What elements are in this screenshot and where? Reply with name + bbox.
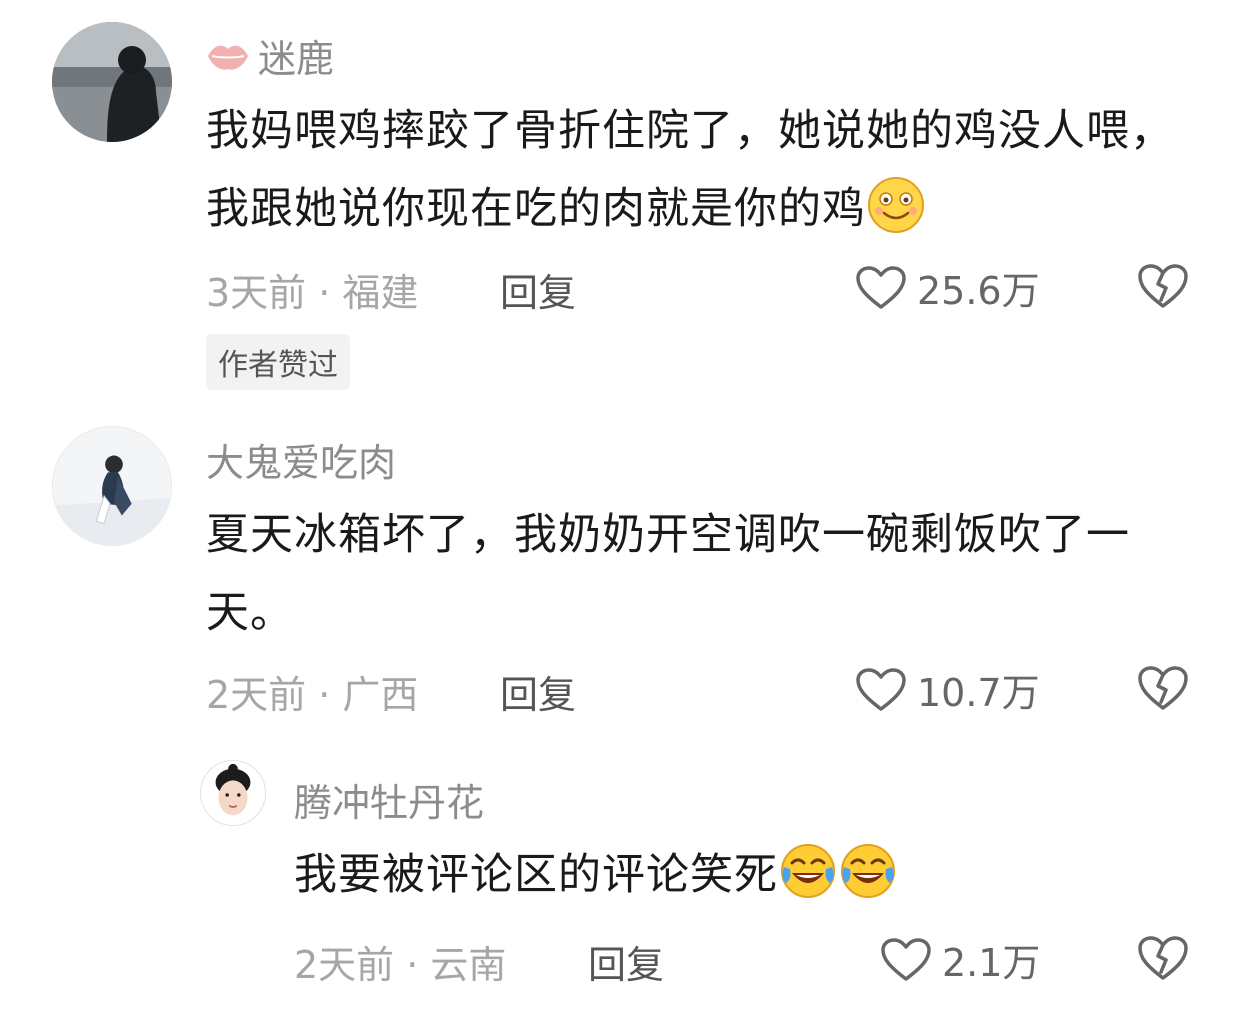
smile-emoji-icon [866, 175, 926, 235]
dislike-button[interactable] [1136, 262, 1190, 310]
dislike-button[interactable] [1136, 934, 1190, 982]
time-location: 3天前 · 福建 [206, 271, 419, 315]
heart-icon [855, 265, 907, 311]
broken-heart-icon [1138, 936, 1188, 980]
avatar[interactable] [200, 760, 266, 826]
comment-text: 我妈喂鸡摔跤了骨折住院了，她说她的鸡没人喂，我跟她说你现在吃的肉就是你的鸡 [206, 106, 1174, 235]
dislike-button[interactable] [1136, 664, 1190, 712]
laughing-tears-emoji-icon [778, 841, 838, 901]
reply-button[interactable]: 回复 [500, 262, 576, 317]
username-text: 迷鹿 [258, 37, 335, 81]
lips-icon [206, 39, 250, 73]
reply-button[interactable]: 回复 [588, 934, 664, 989]
heart-icon [880, 937, 932, 983]
like-count: 25.6万 [917, 269, 1040, 313]
author-liked-badge: 作者赞过 [206, 334, 350, 390]
like-button[interactable]: 25.6万 [855, 260, 1040, 315]
like-button[interactable]: 10.7万 [855, 662, 1040, 717]
laughing-tears-emoji-icon [838, 841, 898, 901]
time-location: 2天前 · 广西 [206, 673, 419, 717]
avatar[interactable] [52, 22, 172, 142]
username[interactable]: 腾冲牡丹花 [294, 772, 484, 827]
like-button[interactable]: 2.1万 [880, 932, 1040, 987]
broken-heart-icon [1138, 666, 1188, 710]
username[interactable]: 迷鹿 [206, 28, 334, 83]
like-count: 2.1万 [942, 941, 1041, 985]
heart-icon [855, 667, 907, 713]
reply-button[interactable]: 回复 [500, 664, 576, 719]
avatar[interactable] [52, 426, 172, 546]
comment-text: 我要被评论区的评论笑死 [294, 836, 1194, 914]
like-count: 10.7万 [917, 671, 1040, 715]
username[interactable]: 大鬼爱吃肉 [206, 432, 396, 487]
time-location: 2天前 · 云南 [294, 943, 507, 987]
broken-heart-icon [1138, 264, 1188, 308]
comment-text: 夏天冰箱坏了，我奶奶开空调吹一碗剩饭吹了一天。 [206, 510, 1130, 638]
